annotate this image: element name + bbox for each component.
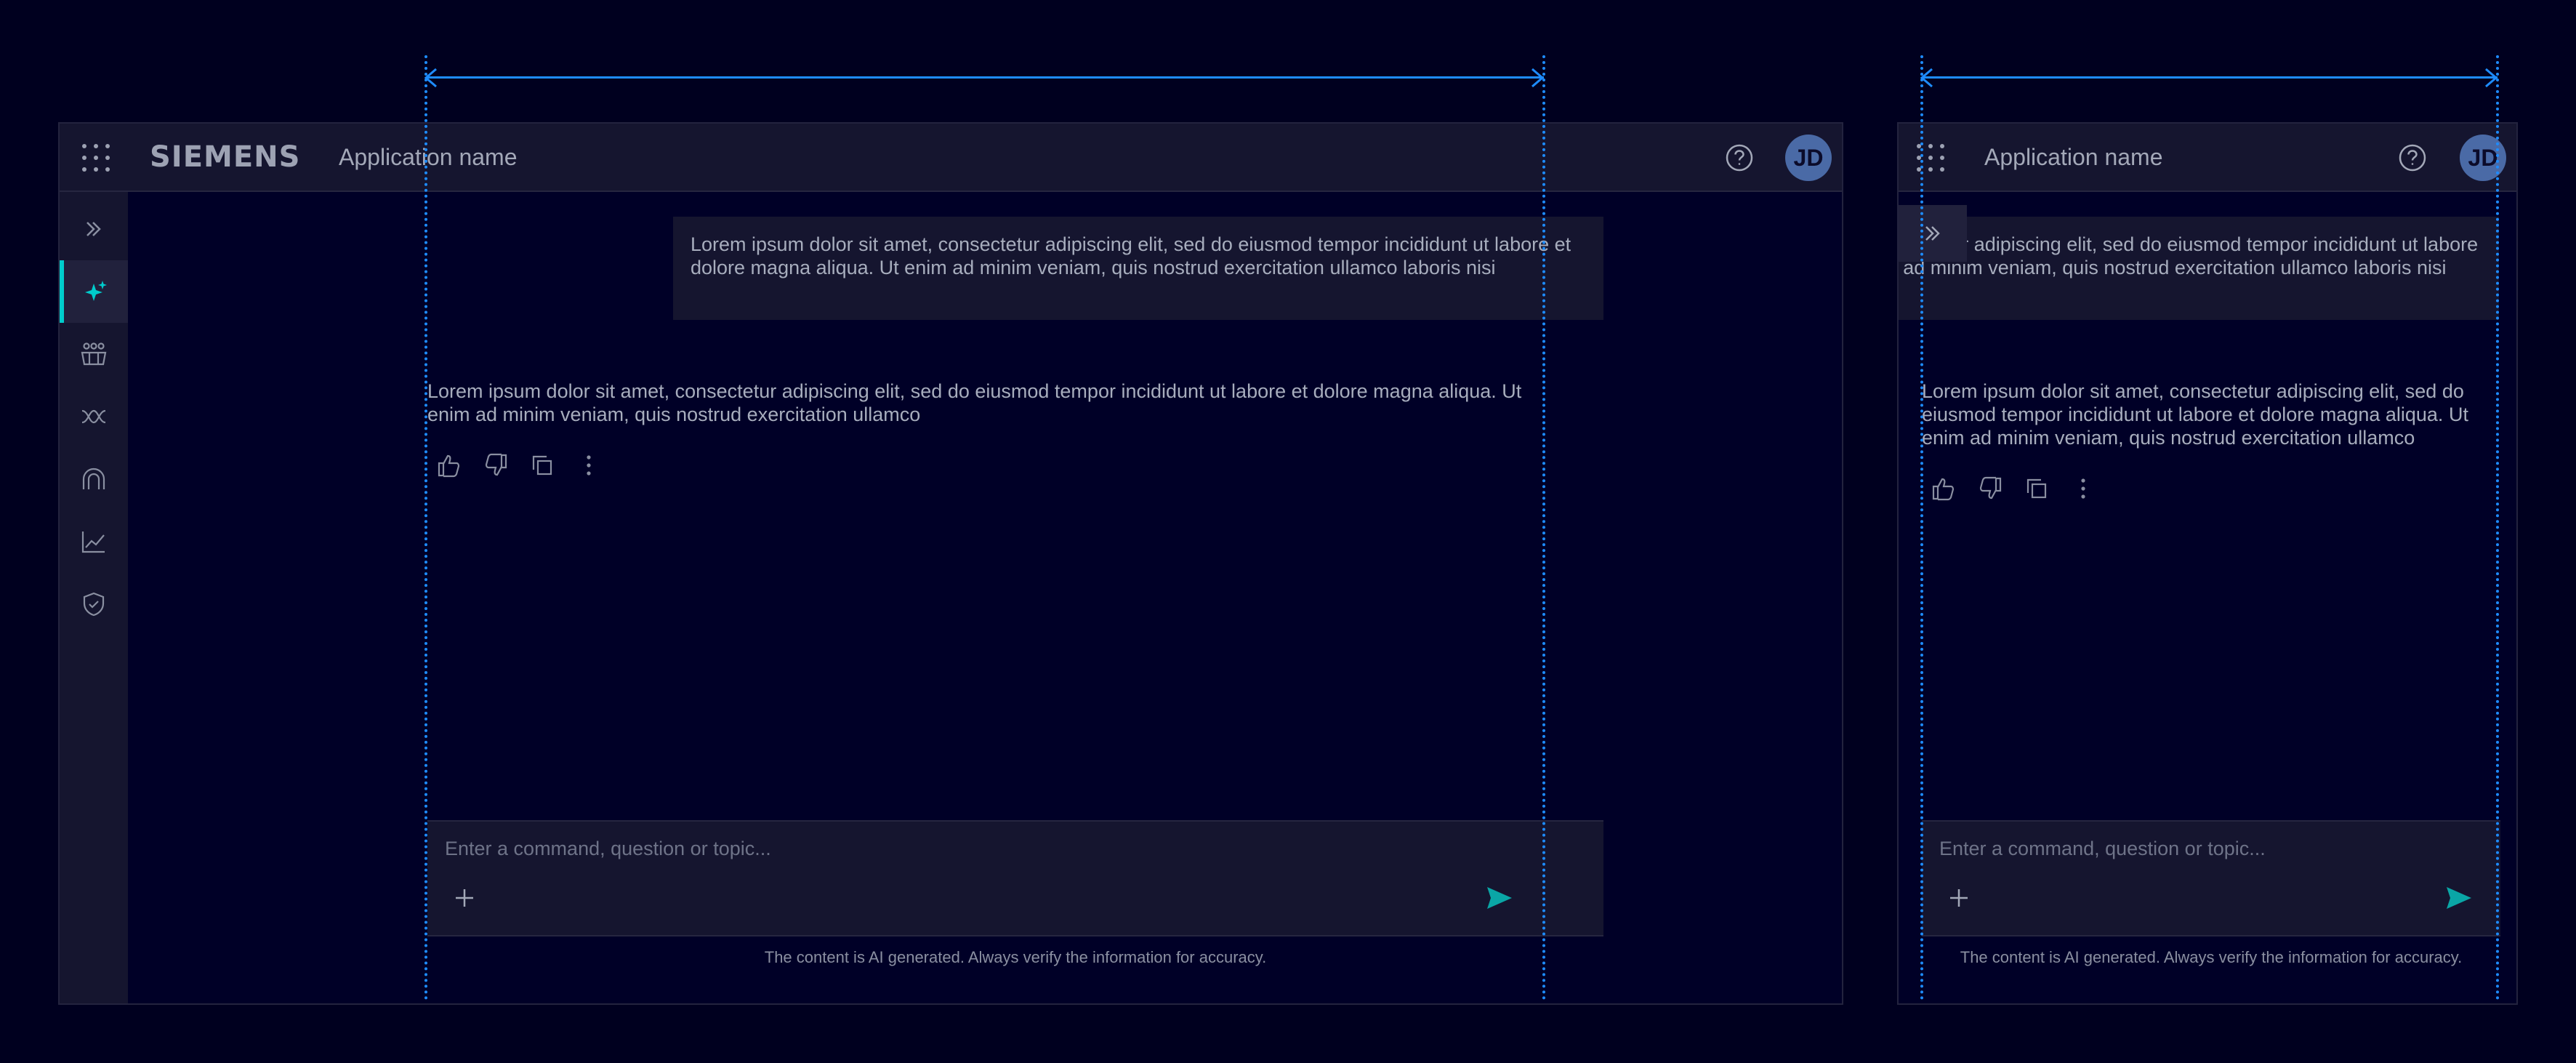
help-icon[interactable] (1724, 143, 1755, 173)
app-launcher-icon[interactable] (1915, 142, 1947, 174)
app-header-mobile: Application name JD (1899, 124, 2516, 192)
user-message: Lorem ipsum dolor sit amet, consectetur … (673, 217, 1603, 320)
assistant-message: Lorem ipsum dolor sit amet, consectetur … (1922, 380, 2468, 449)
sidebar-item-explore[interactable] (60, 448, 128, 510)
ai-disclaimer: The content is AI generated. Always veri… (764, 948, 1267, 966)
infinity-icon (80, 407, 108, 426)
guide-line-left (424, 55, 427, 1000)
rainbow-icon (81, 466, 107, 492)
assistant-message: Lorem ipsum dolor sit amet, consectetur … (427, 380, 1522, 425)
sidebar-expand-button[interactable] (60, 198, 128, 260)
add-attachment-icon[interactable] (1948, 887, 1970, 909)
width-guide-arrow-mobile (1922, 76, 2497, 79)
avatar[interactable]: JD (1785, 135, 1832, 181)
ai-disclaimer: The content is AI generated. Always veri… (1960, 948, 2463, 966)
chat-composer: Enter a command, question or topic... (427, 820, 1603, 936)
brand-logo: SIEMENS (150, 140, 301, 174)
guide-line-left-mobile (1920, 55, 1923, 1000)
guide-line-right-mobile (2496, 55, 2499, 1000)
add-attachment-icon[interactable] (454, 887, 475, 909)
more-vertical-icon[interactable] (2070, 476, 2096, 502)
sidebar-item-ai-assistant[interactable] (60, 260, 128, 323)
sparkle-icon (84, 279, 108, 304)
thumbs-down-icon[interactable] (1977, 476, 2003, 502)
shield-check-icon (81, 591, 106, 617)
app-name: Application name (1984, 144, 2163, 170)
composer-input[interactable]: Enter a command, question or topic... (445, 838, 771, 860)
arrowhead-left-icon (1920, 68, 1933, 88)
send-icon[interactable] (1486, 886, 1513, 910)
chat-composer: Enter a command, question or topic... (1922, 820, 2500, 936)
copy-icon[interactable] (2024, 476, 2050, 502)
thumbs-up-icon[interactable] (436, 452, 462, 478)
thumbs-up-icon[interactable] (1931, 476, 1957, 502)
app-frame-mobile: Application name JD Lorem ipsum dolor si… (1897, 122, 2518, 1005)
app-frame-desktop: SIEMENS Application name JD Lorem ipsum … (58, 122, 1843, 1005)
double-chevron-right-icon (83, 218, 105, 240)
user-message: Lorem ipsum dolor sit amet, consectetur … (1899, 217, 2499, 320)
users-icon (80, 342, 108, 366)
send-icon[interactable] (2445, 886, 2473, 910)
thumbs-down-icon[interactable] (483, 452, 509, 478)
composer-input[interactable]: Enter a command, question or topic... (1939, 838, 2266, 860)
app-name: Application name (339, 144, 518, 170)
arrowhead-right-icon (1531, 68, 1545, 88)
width-guide-arrow (426, 76, 1544, 79)
sidebar-item-analytics[interactable] (60, 510, 128, 573)
copy-icon[interactable] (529, 452, 555, 478)
double-chevron-right-icon (1922, 222, 1944, 244)
user-message-text: Lorem ipsum dolor sit amet, consectetur … (1899, 233, 2479, 278)
more-vertical-icon[interactable] (576, 452, 602, 478)
message-actions (436, 452, 596, 481)
avatar[interactable]: JD (2460, 135, 2506, 181)
line-chart-icon (81, 529, 107, 554)
arrowhead-left-icon (424, 68, 437, 88)
sidebar-item-users[interactable] (60, 323, 128, 385)
help-icon[interactable] (2397, 143, 2428, 173)
sidebar-item-security[interactable] (60, 573, 128, 635)
app-launcher-icon[interactable] (80, 142, 112, 174)
message-actions (1931, 476, 2090, 505)
app-header: SIEMENS Application name JD (60, 124, 1842, 192)
sidebar-expand-button[interactable] (1899, 205, 1967, 262)
arrowhead-right-icon (2485, 68, 2498, 88)
sidebar (60, 192, 128, 1003)
sidebar-item-connections[interactable] (60, 385, 128, 448)
guide-line-right (1542, 55, 1545, 1000)
